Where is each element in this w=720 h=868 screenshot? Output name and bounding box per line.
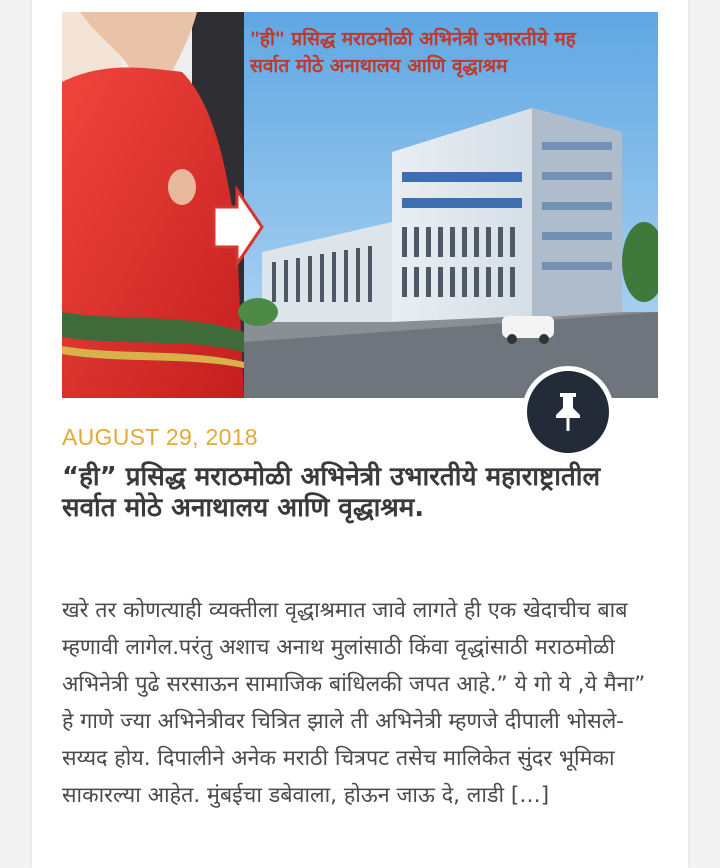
- featured-image[interactable]: "ही" प्रसिद्ध मराठमोळी अभिनेत्री उभारतीय…: [62, 12, 658, 398]
- post-card: "ही" प्रसिद्ध मराठमोळी अभिनेत्री उभारतीय…: [32, 0, 688, 868]
- image-caption-line2: सर्वात मोठे अनाथालय आणि वृद्धाश्रम: [249, 54, 508, 78]
- post-excerpt: खरे तर कोणत्याही व्यक्तीला वृद्धाश्रमात …: [62, 598, 646, 808]
- pushpin-icon: [556, 393, 580, 431]
- sticky-post-pin-button[interactable]: [522, 366, 614, 458]
- post-title[interactable]: “ही” प्रसिद्ध मराठमोळी अभिनेत्री उभारतीय…: [62, 462, 652, 524]
- post-date[interactable]: AUGUST 29, 2018: [62, 424, 258, 451]
- image-caption-line1: "ही" प्रसिद्ध मराठमोळी अभिनेत्री उभारतीय…: [250, 27, 577, 50]
